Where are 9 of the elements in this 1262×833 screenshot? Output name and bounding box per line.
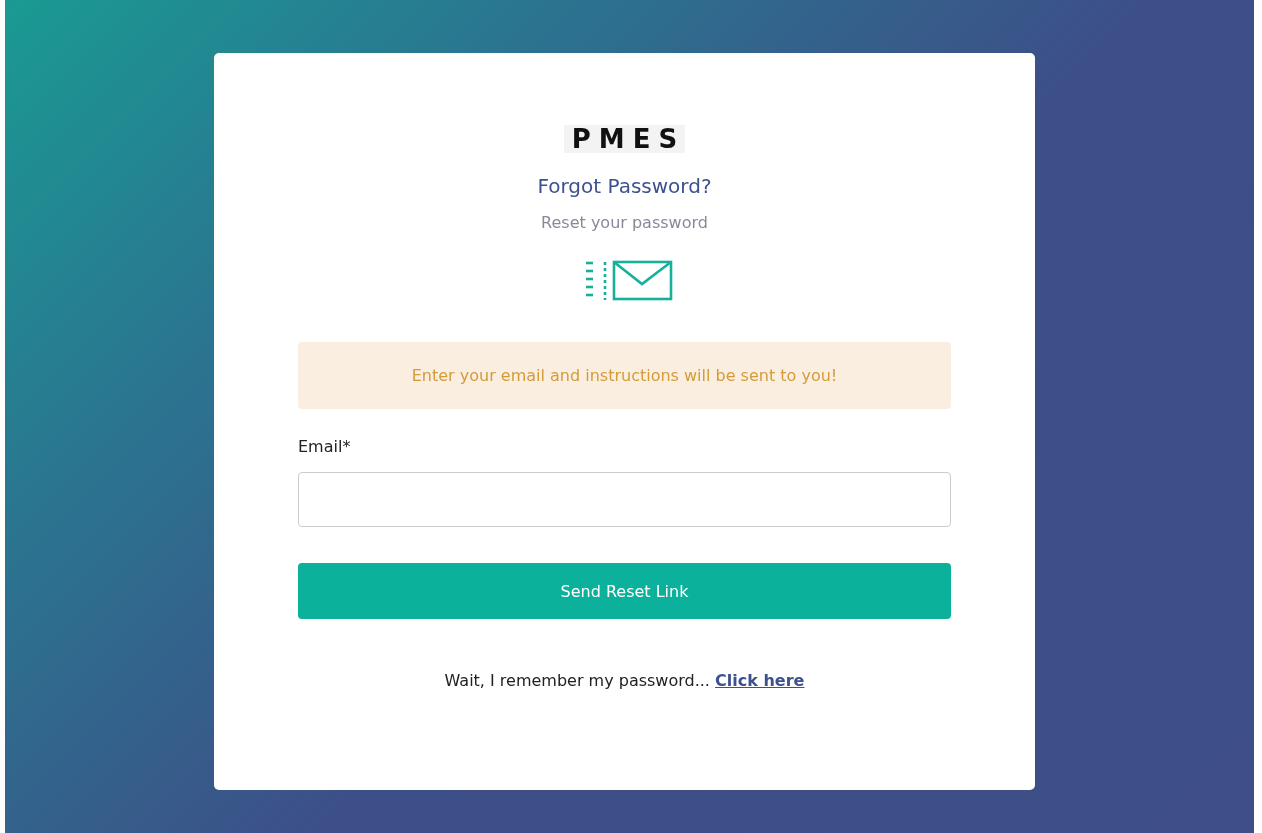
- subtitle: Reset your password: [541, 213, 708, 232]
- email-field[interactable]: [298, 472, 951, 527]
- footer-text: Wait, I remember my password... Click here: [444, 671, 805, 690]
- click-here-link[interactable]: Click here: [715, 671, 805, 690]
- envelope-icon: [584, 260, 673, 302]
- info-alert: Enter your email and instructions will be sent to you!: [298, 342, 951, 409]
- email-label: Email*: [298, 437, 351, 456]
- logo: PMES: [563, 125, 686, 153]
- page-title: Forgot Password?: [537, 174, 712, 198]
